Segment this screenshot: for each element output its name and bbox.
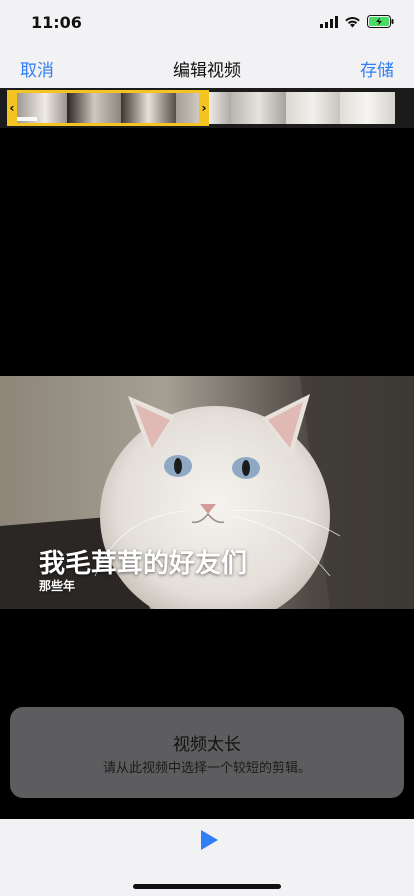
video-too-long-alert: 视频太长 请从此视频中选择一个较短的剪辑。 <box>10 707 404 798</box>
alert-message: 请从此视频中选择一个较短的剪辑。 <box>102 761 311 776</box>
battery-charging-icon <box>367 15 394 28</box>
status-icons <box>320 15 394 28</box>
play-icon[interactable] <box>198 829 220 851</box>
wifi-icon <box>345 16 360 27</box>
trim-end-handle[interactable]: › <box>199 90 209 126</box>
video-caption-title: 我毛茸茸的好友们 <box>39 549 248 579</box>
filmstrip-unselected-overlay <box>209 92 395 124</box>
trim-start-handle[interactable]: ‹ <box>7 90 17 126</box>
status-time: 11:06 <box>31 13 82 32</box>
chevron-right-icon: › <box>201 101 207 115</box>
nav-bar: 取消 编辑视频 存储 <box>0 46 414 89</box>
page-title: 编辑视频 <box>173 61 241 81</box>
status-bar: 11:06 <box>0 0 414 46</box>
save-button[interactable]: 存储 <box>360 56 394 81</box>
trim-selection-frame[interactable] <box>7 90 209 126</box>
chevron-left-icon: ‹ <box>9 101 15 115</box>
video-caption-subtitle: 那些年 <box>39 579 76 593</box>
alert-title: 视频太长 <box>173 735 241 755</box>
home-indicator[interactable] <box>133 884 281 889</box>
cellular-signal-icon <box>320 15 338 28</box>
